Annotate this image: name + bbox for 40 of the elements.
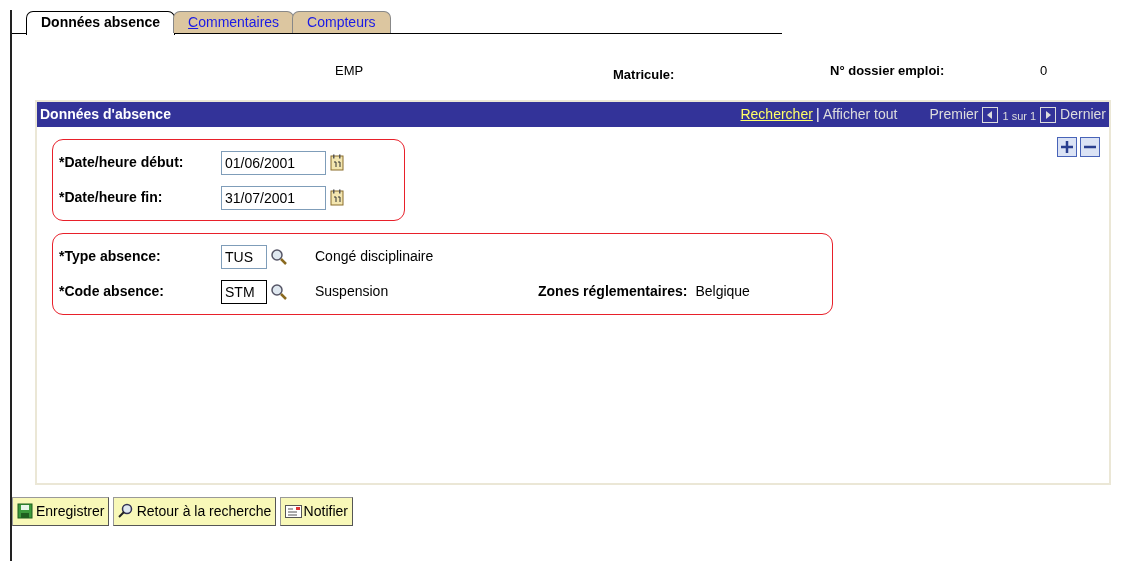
search-link[interactable]: Rechercher: [740, 104, 813, 125]
input-field[interactable]: 31/07/2001: [221, 185, 326, 210]
tab[interactable]: Données absence: [26, 10, 176, 35]
field-label: *Code absence:: [59, 282, 166, 301]
input-field[interactable]: TUS: [221, 244, 267, 269]
search-icon: [117, 503, 135, 520]
tab[interactable]: Compteurs: [292, 11, 391, 33]
input-field[interactable]: STM: [221, 279, 267, 304]
calendar-icon: [330, 154, 344, 171]
back-to-search-button[interactable]: Retour à la recherche: [112, 497, 277, 526]
field-label: *Type absence:: [59, 247, 162, 266]
input-field[interactable]: 01/06/2001: [221, 150, 326, 175]
field-label: Matricule:: [613, 66, 676, 85]
save-icon: [17, 503, 34, 520]
field-label: *Date/heure début:: [59, 153, 185, 172]
notepad-icon: [284, 503, 302, 520]
save-button[interactable]: Enregistrer: [12, 497, 110, 526]
show-all-link[interactable]: Afficher tout: [823, 104, 898, 125]
notify-button[interactable]: Notifier: [279, 497, 353, 526]
tab[interactable]: Commentaires: [173, 11, 295, 33]
page-position: 1 sur 1: [1002, 109, 1037, 125]
add-icon: [1056, 137, 1077, 157]
first-link[interactable]: Premier: [929, 104, 979, 125]
panel-title: Données d'absence: [40, 105, 171, 124]
last-link[interactable]: Dernier: [1060, 104, 1106, 125]
previous-icon: [982, 106, 999, 123]
calendar-icon: [330, 189, 344, 206]
field-value: 0: [1040, 62, 1048, 81]
next-icon: [1040, 106, 1057, 123]
field-description: Congé disciplinaire: [315, 247, 435, 266]
field-label: N° dossier emploi:: [830, 62, 946, 81]
search-icon: [270, 247, 288, 266]
search-icon: [270, 282, 288, 301]
field-label: *Date/heure fin:: [59, 188, 164, 207]
employee-type: EMP: [335, 62, 365, 81]
field-description: Suspension: [315, 282, 390, 301]
field-label: Zones réglementaires:: [538, 282, 688, 301]
remove-icon: [1080, 137, 1100, 157]
field-value: Belgique: [695, 282, 750, 301]
separator: |: [816, 105, 820, 124]
